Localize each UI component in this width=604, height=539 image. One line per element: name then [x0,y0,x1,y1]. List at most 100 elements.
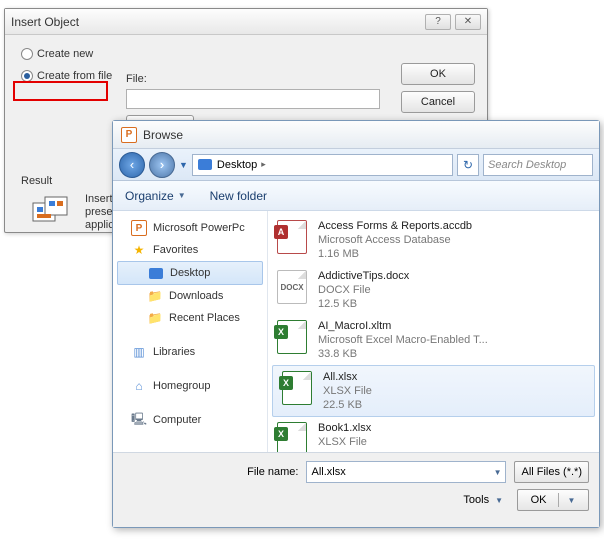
file-row[interactable]: AAccess Forms & Reports.accdbMicrosoft A… [268,215,599,265]
filename-value: All.xlsx [311,466,345,478]
file-type: XLSX File [323,384,372,398]
file-icon: DOCX [274,269,310,305]
file-icon: A [274,219,310,255]
file-icon: X [279,370,315,406]
sidebar-item-powerpoint[interactable]: P Microsoft PowerPc [113,217,267,239]
sidebar-item-label: Homegroup [153,380,210,392]
insert-object-body: Create new Create from file File: Browse… [5,35,487,95]
chevron-down-icon: ▼ [494,468,502,477]
folder-icon: 📁 [147,288,163,304]
file-type: XLSX File [318,435,371,449]
help-button[interactable]: ? [425,14,451,30]
powerpoint-icon: P [131,220,147,236]
sidebar-computer[interactable]: 🖳 Computer [113,409,267,431]
insert-object-titlebar: Insert Object ? ✕ [5,9,487,35]
file-size: 1.16 MB [318,247,472,261]
close-button[interactable]: ✕ [455,14,481,30]
file-name: Book1.xlsx [318,421,371,435]
file-meta: Access Forms & Reports.accdbMicrosoft Ac… [318,219,472,261]
computer-icon: 🖳 [131,412,147,428]
file-name: All.xlsx [323,370,372,384]
file-row[interactable]: XAI_MacroI.xltmMicrosoft Excel Macro-Ena… [268,315,599,365]
file-meta: All.xlsxXLSX File22.5 KB [323,370,372,412]
search-placeholder: Search Desktop [488,159,566,171]
result-label: Result [21,175,52,187]
browse-title: Browse [143,128,183,142]
new-folder-button[interactable]: New folder [210,189,267,203]
desktop-icon [148,265,164,281]
ok-label: OK [531,494,547,506]
browse-main: P Microsoft PowerPc ★ Favorites Desktop … [113,211,599,452]
file-name: AI_MacroI.xltm [318,319,488,333]
search-input[interactable]: Search Desktop [483,154,593,176]
file-meta: Book1.xlsxXLSX File [318,421,371,449]
file-filter-combo[interactable]: All Files (*.*) [514,461,589,483]
file-meta: AI_MacroI.xltmMicrosoft Excel Macro-Enab… [318,319,488,361]
refresh-button[interactable]: ↻ [457,154,479,176]
breadcrumb[interactable]: Desktop ▸ [192,154,453,176]
file-type: Microsoft Access Database [318,233,472,247]
sidebar-item-label: Microsoft PowerPc [153,222,245,234]
file-name: Access Forms & Reports.accdb [318,219,472,233]
create-new-radio-row[interactable]: Create new [21,45,475,63]
sidebar-item-label: Computer [153,414,201,426]
organize-label: Organize [125,189,174,203]
create-from-file-label: Create from file [37,70,112,82]
browse-navbar: ‹ › ▼ Desktop ▸ ↻ Search Desktop [113,149,599,181]
file-size: 33.8 KB [318,347,488,361]
sidebar-item-label: Recent Places [169,312,240,324]
filename-input[interactable]: All.xlsx ▼ [306,461,506,483]
tools-label: Tools [463,494,489,506]
sidebar-item-label: Desktop [170,267,210,279]
chevron-down-icon: ▼ [495,496,503,505]
file-type: DOCX File [318,283,409,297]
organize-menu[interactable]: Organize ▼ [125,189,186,203]
sidebar-item-desktop[interactable]: Desktop [117,261,263,285]
file-row[interactable]: X Book1.xlsxXLSX File [268,417,599,452]
file-row[interactable]: XAll.xlsxXLSX File22.5 KB [272,365,595,417]
sidebar-homegroup[interactable]: ⌂ Homegroup [113,375,267,397]
powerpoint-icon: P [121,127,137,143]
chevron-right-icon: ▸ [261,159,266,170]
insert-object-title: Insert Object [11,15,79,29]
sidebar-favorites[interactable]: ★ Favorites [113,239,267,261]
sidebar-item-label: Libraries [153,346,195,358]
ok-button[interactable]: OK [401,63,475,85]
breadcrumb-location: Desktop [217,159,257,171]
file-list: AAccess Forms & Reports.accdbMicrosoft A… [268,211,599,452]
sidebar-item-label: Downloads [169,290,223,302]
file-icon: X [274,319,310,355]
forward-button[interactable]: › [149,152,175,178]
file-name: AddictiveTips.docx [318,269,409,283]
back-button[interactable]: ‹ [119,152,145,178]
sidebar-libraries[interactable]: ▥ Libraries [113,341,267,363]
chevron-down-icon: ▼ [178,191,186,200]
create-new-label: Create new [37,48,93,60]
file-icon: X [274,421,310,452]
result-icon [31,193,73,231]
file-meta: AddictiveTips.docxDOCX File12.5 KB [318,269,409,311]
browse-bottom-panel: File name: All.xlsx ▼ All Files (*.*) To… [113,452,599,527]
file-row[interactable]: DOCXAddictiveTips.docxDOCX File12.5 KB [268,265,599,315]
chevron-down-icon[interactable]: ▼ [179,160,188,170]
browse-dialog: P Browse ‹ › ▼ Desktop ▸ ↻ Search Deskto… [112,120,600,528]
folder-icon: 📁 [147,310,163,326]
radio-icon [21,48,33,60]
cancel-button[interactable]: Cancel [401,91,475,113]
sidebar-item-label: Favorites [153,244,198,256]
file-type: Microsoft Excel Macro-Enabled T... [318,333,488,347]
desktop-icon [197,157,213,173]
browse-toolbar: Organize ▼ New folder [113,181,599,211]
browse-ok-button[interactable]: OK ▼ [517,489,589,511]
file-size: 12.5 KB [318,297,409,311]
homegroup-icon: ⌂ [131,378,147,394]
sidebar-item-downloads[interactable]: 📁 Downloads [113,285,267,307]
sidebar-item-recent[interactable]: 📁 Recent Places [113,307,267,329]
file-label: File: [126,73,147,85]
file-size: 22.5 KB [323,398,372,412]
radio-icon [21,70,33,82]
file-path-input[interactable] [126,89,380,109]
filter-label: All Files (*.*) [521,466,582,478]
browse-titlebar: P Browse [113,121,599,149]
tools-menu[interactable]: Tools ▼ [457,489,509,511]
